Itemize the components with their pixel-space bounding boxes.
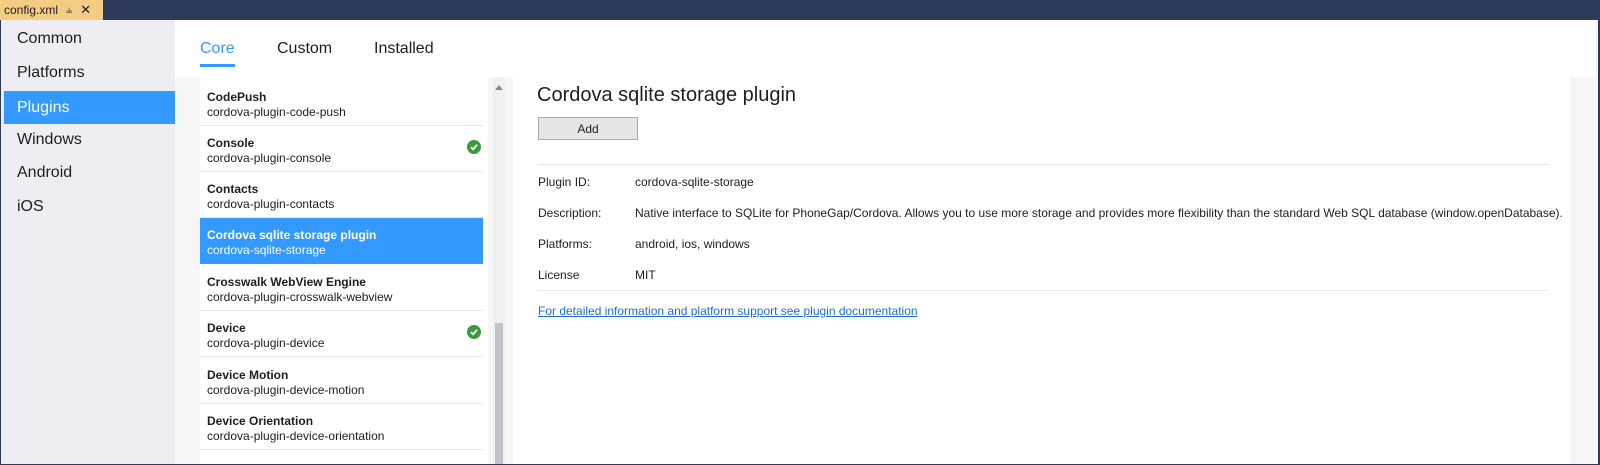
plugin-id-label: Plugin ID: <box>538 175 591 189</box>
plugin-id: cordova-plugin-device <box>207 336 325 350</box>
plugin-id: cordova-plugin-code-push <box>207 105 346 119</box>
nav-item-platforms[interactable]: Platforms <box>4 56 175 89</box>
document-tab-label: config.xml <box>4 3 59 17</box>
nav-item-common[interactable]: Common <box>4 22 175 55</box>
divider <box>538 164 1548 165</box>
tab-core[interactable]: Core <box>200 40 235 67</box>
plugin-list: CodePush cordova-plugin-code-push Consol… <box>200 77 488 464</box>
plugin-id: cordova-plugin-contacts <box>207 197 335 211</box>
tab-label: Custom <box>277 40 333 57</box>
plugin-name: CodePush <box>207 90 267 104</box>
document-tab-config-xml[interactable]: config.xml ⫨ ✕ <box>0 0 103 20</box>
platforms-label: Platforms: <box>538 237 593 251</box>
add-plugin-button[interactable]: Add <box>538 117 638 140</box>
description-value: Native interface to SQLite for PhoneGap/… <box>635 206 1563 220</box>
plugin-id: cordova-plugin-device-motion <box>207 383 365 397</box>
nav-item-windows[interactable]: Windows <box>4 123 175 156</box>
nav-item-plugins[interactable]: Plugins <box>4 91 175 124</box>
divider <box>538 290 1548 291</box>
plugin-list-item[interactable]: Device Orientation cordova-plugin-device… <box>200 404 483 450</box>
tab-bar: Core Custom Installed <box>175 20 1598 77</box>
pin-icon[interactable]: ⫨ <box>66 4 72 17</box>
tab-installed[interactable]: Installed <box>374 40 434 67</box>
scrollbar-thumb[interactable] <box>495 323 503 464</box>
nav-item-label: Common <box>17 29 82 47</box>
nav-item-android[interactable]: Android <box>4 156 175 189</box>
scroll-up-arrow-icon[interactable] <box>493 81 505 93</box>
nav-item-ios[interactable]: iOS <box>4 190 175 223</box>
plugin-name: Crosswalk WebView Engine <box>207 275 366 289</box>
license-label: License <box>538 268 580 282</box>
nav-item-label: iOS <box>17 197 44 215</box>
editor-frame: Common Platforms Plugins Windows Android… <box>1 20 1598 464</box>
plugin-list-item[interactable]: Crosswalk WebView Engine cordova-plugin-… <box>200 265 483 311</box>
plugin-name: Contacts <box>207 182 259 196</box>
close-icon[interactable]: ✕ <box>80 2 91 18</box>
plugin-list-item[interactable]: CodePush cordova-plugin-code-push <box>200 80 483 126</box>
license-value: MIT <box>635 268 656 282</box>
nav-item-label: Android <box>17 163 73 181</box>
description-label: Description: <box>538 206 602 220</box>
plugin-name: Device Orientation <box>207 414 314 428</box>
plugin-id: cordova-plugin-device-orientation <box>207 429 385 443</box>
platforms-value: android, ios, windows <box>635 237 750 251</box>
plugin-list-item[interactable]: Device Motion cordova-plugin-device-moti… <box>200 358 483 404</box>
plugin-name: Cordova sqlite storage plugin <box>207 228 377 242</box>
active-tab-indicator <box>200 64 235 67</box>
plugins-content: Core Custom Installed CodePush cordova-p… <box>175 20 1598 464</box>
plugin-detail-panel: Cordova sqlite storage plugin Add Plugin… <box>513 77 1570 464</box>
plugin-id: cordova-plugin-crosswalk-webview <box>207 290 393 304</box>
title-bar: config.xml ⫨ ✕ <box>0 0 1600 20</box>
plugin-list-item[interactable]: Console cordova-plugin-console <box>200 126 483 172</box>
plugin-id: cordova-plugin-console <box>207 151 332 165</box>
tab-label: Installed <box>374 40 434 57</box>
nav-item-label: Platforms <box>17 63 85 81</box>
plugin-list-scrollbar[interactable] <box>493 77 505 464</box>
plugin-list-item-selected[interactable]: Cordova sqlite storage plugin cordova-sq… <box>200 218 483 264</box>
nav-item-label: Plugins <box>17 98 70 116</box>
plugin-id-value: cordova-sqlite-storage <box>635 175 754 189</box>
plugin-name: Device <box>207 321 246 335</box>
plugin-detail-title: Cordova sqlite storage plugin <box>537 84 797 106</box>
tab-custom[interactable]: Custom <box>277 40 332 67</box>
nav-item-label: Windows <box>17 130 82 148</box>
plugin-name: Console <box>207 136 255 150</box>
tab-label: Core <box>200 40 235 57</box>
plugin-id: cordova-sqlite-storage <box>207 243 326 257</box>
plugin-documentation-link[interactable]: For detailed information and platform su… <box>538 304 918 318</box>
left-nav: Common Platforms Plugins Windows Android… <box>1 20 175 464</box>
right-edge <box>1596 20 1598 464</box>
plugin-list-item[interactable]: Device cordova-plugin-device <box>200 311 483 357</box>
plugin-name: Device Motion <box>207 368 289 382</box>
installed-check-icon <box>467 140 481 154</box>
plugin-list-item[interactable]: Contacts cordova-plugin-contacts <box>200 172 483 218</box>
installed-check-icon <box>467 325 481 339</box>
